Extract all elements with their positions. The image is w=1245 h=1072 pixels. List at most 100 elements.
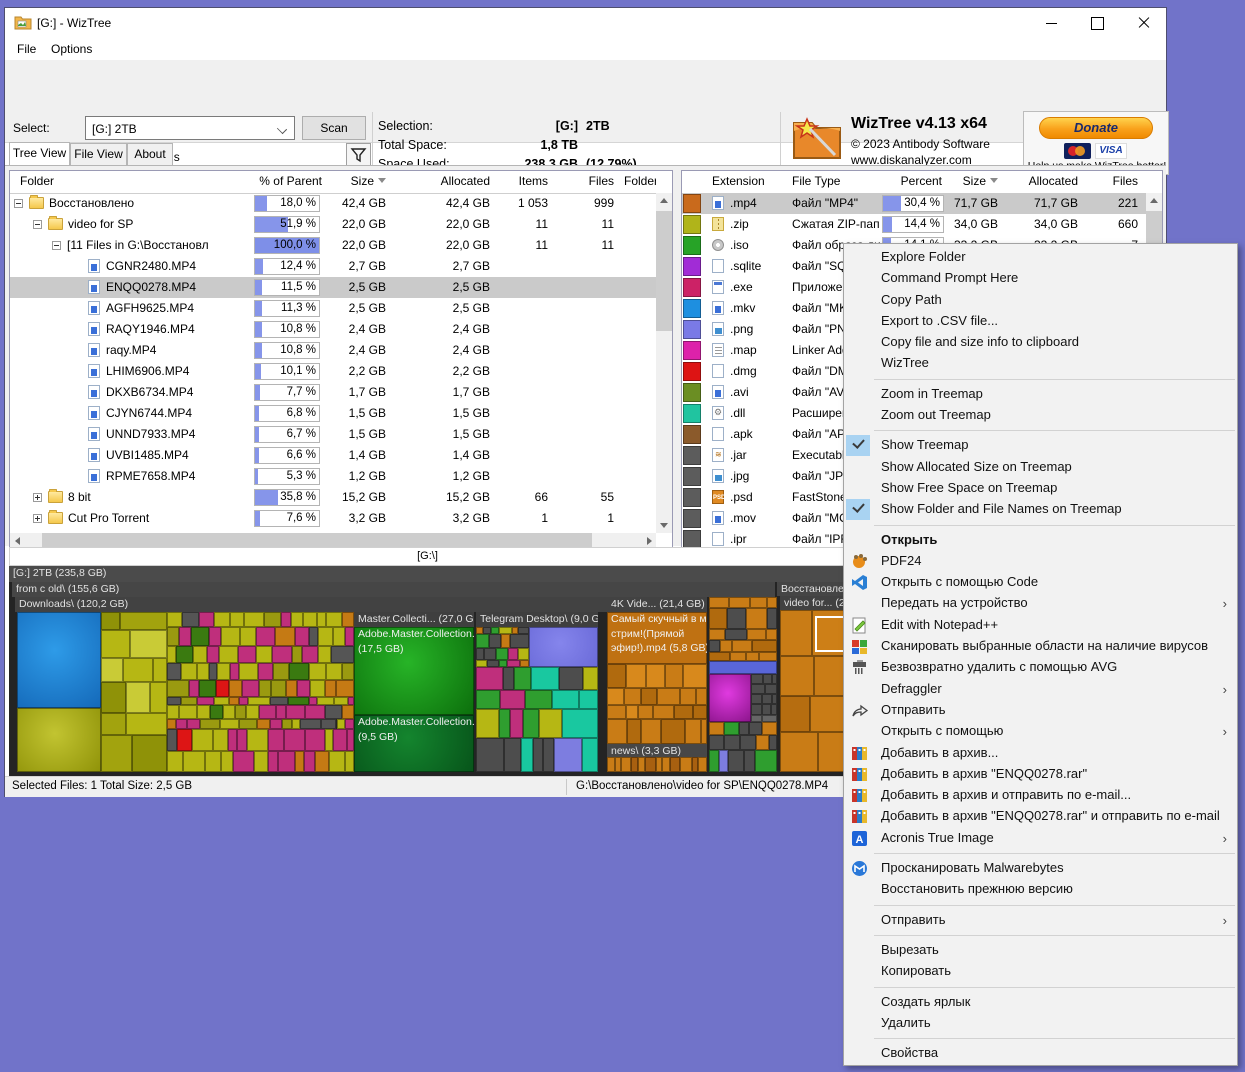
menu-item-edit-with-notepadpp[interactable]: Edit with Notepad++ bbox=[844, 615, 1237, 636]
menu-item-show-allocated-size[interactable]: Show Allocated Size on Treemap bbox=[844, 457, 1237, 478]
treemap-master-collection-lower[interactable]: Adobe.Master.Collection.CC.2C(9,5 GB) bbox=[354, 715, 474, 772]
menu-item-export-to-csv[interactable]: Export to .CSV file... bbox=[844, 311, 1237, 332]
menu-item-cut[interactable]: Вырезать bbox=[844, 940, 1237, 961]
menu-item-zoom-in-treemap[interactable]: Zoom in Treemap bbox=[844, 384, 1237, 405]
treemap-yellow-under-blue[interactable] bbox=[17, 708, 101, 772]
drive-select-dropdown[interactable]: [G:] 2TB bbox=[85, 116, 295, 140]
tree-row[interactable]: UVBI1485.MP46,6 %1,4 GB1,4 GB bbox=[10, 445, 672, 466]
menu-file[interactable]: File bbox=[17, 42, 36, 56]
tree-row[interactable]: CJYN6744.MP46,8 %1,5 GB1,5 GB bbox=[10, 403, 672, 424]
expand-icon[interactable] bbox=[33, 493, 42, 502]
menu-item-add-to-archive-email[interactable]: Добавить в архив и отправить по e-mail..… bbox=[844, 785, 1237, 806]
tree-row[interactable]: RAQY1946.MP410,8 %2,4 GB2,4 GB bbox=[10, 319, 672, 340]
menu-item-cast-to-device[interactable]: Передать на устройство› bbox=[844, 593, 1237, 614]
col-folders[interactable]: Folder bbox=[624, 174, 656, 188]
scroll-up-button[interactable] bbox=[656, 193, 672, 209]
treemap-midcol-magenta[interactable] bbox=[709, 674, 751, 722]
menu-item-explore-folder[interactable]: Explore Folder bbox=[844, 247, 1237, 268]
tree-row[interactable]: Cut Pro Torrent7,6 %3,2 GB3,2 GB11 bbox=[10, 508, 672, 529]
col-extension[interactable]: Extension bbox=[712, 174, 788, 188]
collapse-icon[interactable] bbox=[14, 199, 23, 208]
treemap-news-mosaic[interactable] bbox=[607, 757, 707, 772]
tree-row[interactable]: raqy.MP410,8 %2,4 GB2,4 GB bbox=[10, 340, 672, 361]
menu-item-send-to[interactable]: Отправить› bbox=[844, 910, 1237, 931]
menu-item-add-to-archive[interactable]: Добавить в архив... bbox=[844, 743, 1237, 764]
menu-item-command-prompt-here[interactable]: Command Prompt Here bbox=[844, 268, 1237, 289]
close-button[interactable] bbox=[1121, 8, 1166, 38]
treemap-downloads-mosaic[interactable] bbox=[167, 612, 354, 772]
menu-item-defraggler[interactable]: Defraggler› bbox=[844, 679, 1237, 700]
treemap-telegram-mosaic[interactable] bbox=[476, 667, 598, 772]
treemap-vosstanovleno-strip[interactable]: Восстановлено\ bbox=[777, 582, 846, 596]
collapse-icon[interactable] bbox=[52, 241, 61, 250]
menu-item-zoom-out-treemap[interactable]: Zoom out Treemap bbox=[844, 405, 1237, 426]
menu-item-copy-file-size-info[interactable]: Copy file and size info to clipboard bbox=[844, 332, 1237, 353]
menu-item-open[interactable]: Открыть bbox=[844, 530, 1237, 551]
donate-button[interactable]: Donate bbox=[1039, 117, 1153, 139]
tree-row[interactable]: CGNR2480.MP412,4 %2,7 GB2,7 GB bbox=[10, 256, 672, 277]
tab-file-view[interactable]: File View bbox=[70, 143, 127, 166]
menu-item-open-with-code[interactable]: Открыть с помощью Code bbox=[844, 572, 1237, 593]
minimize-button[interactable] bbox=[1029, 8, 1074, 38]
treemap-midcol-mosaic-low[interactable] bbox=[709, 722, 777, 772]
menu-options[interactable]: Options bbox=[51, 42, 92, 56]
tree-row[interactable]: LHIM6906.MP410,1 %2,2 GB2,2 GB bbox=[10, 361, 672, 382]
tree-row[interactable]: ENQQ0278.MP411,5 %2,5 GB2,5 GB bbox=[10, 277, 672, 298]
menu-item-add-to-archive-named-email[interactable]: Добавить в архив "ENQQ0278.rar" и отправ… bbox=[844, 806, 1237, 827]
treemap-fourk-mosaic[interactable] bbox=[607, 664, 707, 744]
menu-item-create-shortcut[interactable]: Создать ярлык bbox=[844, 992, 1237, 1013]
col-allocated[interactable]: Allocated bbox=[402, 174, 490, 188]
tree-row[interactable]: AGFH9625.MP411,3 %2,5 GB2,5 GB bbox=[10, 298, 672, 319]
menu-item-copy[interactable]: Копировать bbox=[844, 961, 1237, 982]
treemap-downloads-strip[interactable]: Downloads\ (120,2 GB) bbox=[15, 597, 607, 612]
treemap-master-collection-upper[interactable]: Adobe.Master.Collection.CC.2C(17,5 GB) bbox=[354, 627, 474, 715]
menu-item-avg-shred[interactable]: Безвозвратно удалить с помощью AVG bbox=[844, 657, 1237, 678]
scroll-up-button[interactable] bbox=[1146, 193, 1162, 209]
treemap-midcol-mosaic-top[interactable] bbox=[709, 597, 777, 661]
tree-row[interactable]: [11 Files in G:\Восстановл100,0 %22,0 GB… bbox=[10, 235, 672, 256]
treemap-selected-file-tile[interactable] bbox=[815, 616, 845, 652]
scroll-down-button[interactable] bbox=[656, 517, 672, 533]
menu-item-show-free-space[interactable]: Show Free Space on Treemap bbox=[844, 478, 1237, 499]
col-size[interactable]: Size bbox=[326, 174, 386, 188]
tree-row[interactable]: RPME7658.MP45,3 %1,2 GB1,2 GB bbox=[10, 466, 672, 487]
tab-about[interactable]: About bbox=[127, 143, 173, 166]
tree-row[interactable]: 8 bit35,8 %15,2 GB15,2 GB6655 bbox=[10, 487, 672, 508]
expand-icon[interactable] bbox=[33, 514, 42, 523]
col-files[interactable]: Files bbox=[556, 174, 614, 188]
menu-item-share[interactable]: Отправить bbox=[844, 700, 1237, 721]
tree-vscroll-thumb[interactable] bbox=[656, 211, 672, 331]
col-ext-allocated[interactable]: Allocated bbox=[1012, 174, 1078, 188]
menu-item-copy-path[interactable]: Copy Path bbox=[844, 290, 1237, 311]
col-percent-of-parent[interactable]: % of Parent bbox=[250, 174, 322, 188]
tab-tree-view[interactable]: Tree View bbox=[9, 142, 70, 166]
treemap-midcol-blue-band[interactable] bbox=[709, 661, 777, 674]
menu-item-open-with[interactable]: Открыть с помощью› bbox=[844, 721, 1237, 742]
menu-item-acronis-true-image[interactable]: AAcronis True Image› bbox=[844, 828, 1237, 849]
extension-row[interactable]: .mp4Файл "MP4"30,4 %71,7 GB71,7 GB221 bbox=[682, 193, 1162, 214]
tree-row[interactable]: video for SP51,9 %22,0 GB22,0 GB1111 bbox=[10, 214, 672, 235]
extension-row[interactable]: .zipСжатая ZIP-пап14,4 %34,0 GB34,0 GB66… bbox=[682, 214, 1162, 235]
col-items[interactable]: Items bbox=[496, 174, 548, 188]
menu-item-restore-previous-version[interactable]: Восстановить прежнюю версию bbox=[844, 879, 1237, 900]
treemap-telegram-mosaic-top[interactable] bbox=[476, 627, 529, 667]
treemap-video-for-strip[interactable]: video for... (22,0 G bbox=[780, 596, 846, 610]
treemap-root-strip[interactable]: [G:] 2TB (235,8 GB) bbox=[9, 566, 846, 582]
scan-button[interactable]: Scan bbox=[302, 116, 366, 140]
menu-item-properties[interactable]: Свойства bbox=[844, 1043, 1237, 1064]
menu-item-show-folder-file-names[interactable]: Show Folder and File Names on Treemap bbox=[844, 499, 1237, 520]
collapse-icon[interactable] bbox=[33, 220, 42, 229]
menu-item-delete[interactable]: Удалить bbox=[844, 1013, 1237, 1034]
col-file-type[interactable]: File Type bbox=[792, 174, 892, 188]
col-ext-files[interactable]: Files bbox=[1082, 174, 1138, 188]
treemap-master-collection-strip[interactable]: Master.Collecti... (27,0 GB) bbox=[354, 612, 474, 627]
menu-item-show-treemap[interactable]: Show Treemap bbox=[844, 435, 1237, 456]
filter-button[interactable] bbox=[346, 143, 371, 167]
menu-item-wiztree[interactable]: WizTree bbox=[844, 353, 1237, 374]
tree-row[interactable]: UNND7933.MP46,7 %1,5 GB1,5 GB bbox=[10, 424, 672, 445]
tree-vscrollbar[interactable] bbox=[656, 193, 672, 533]
col-ext-percent[interactable]: Percent bbox=[882, 174, 942, 188]
col-folder[interactable]: Folder bbox=[20, 174, 240, 188]
menu-item-scan-selected-for-viruses[interactable]: Сканировать выбранные области на наличие… bbox=[844, 636, 1237, 657]
treemap-midcol-mosaic-right[interactable] bbox=[751, 674, 777, 722]
